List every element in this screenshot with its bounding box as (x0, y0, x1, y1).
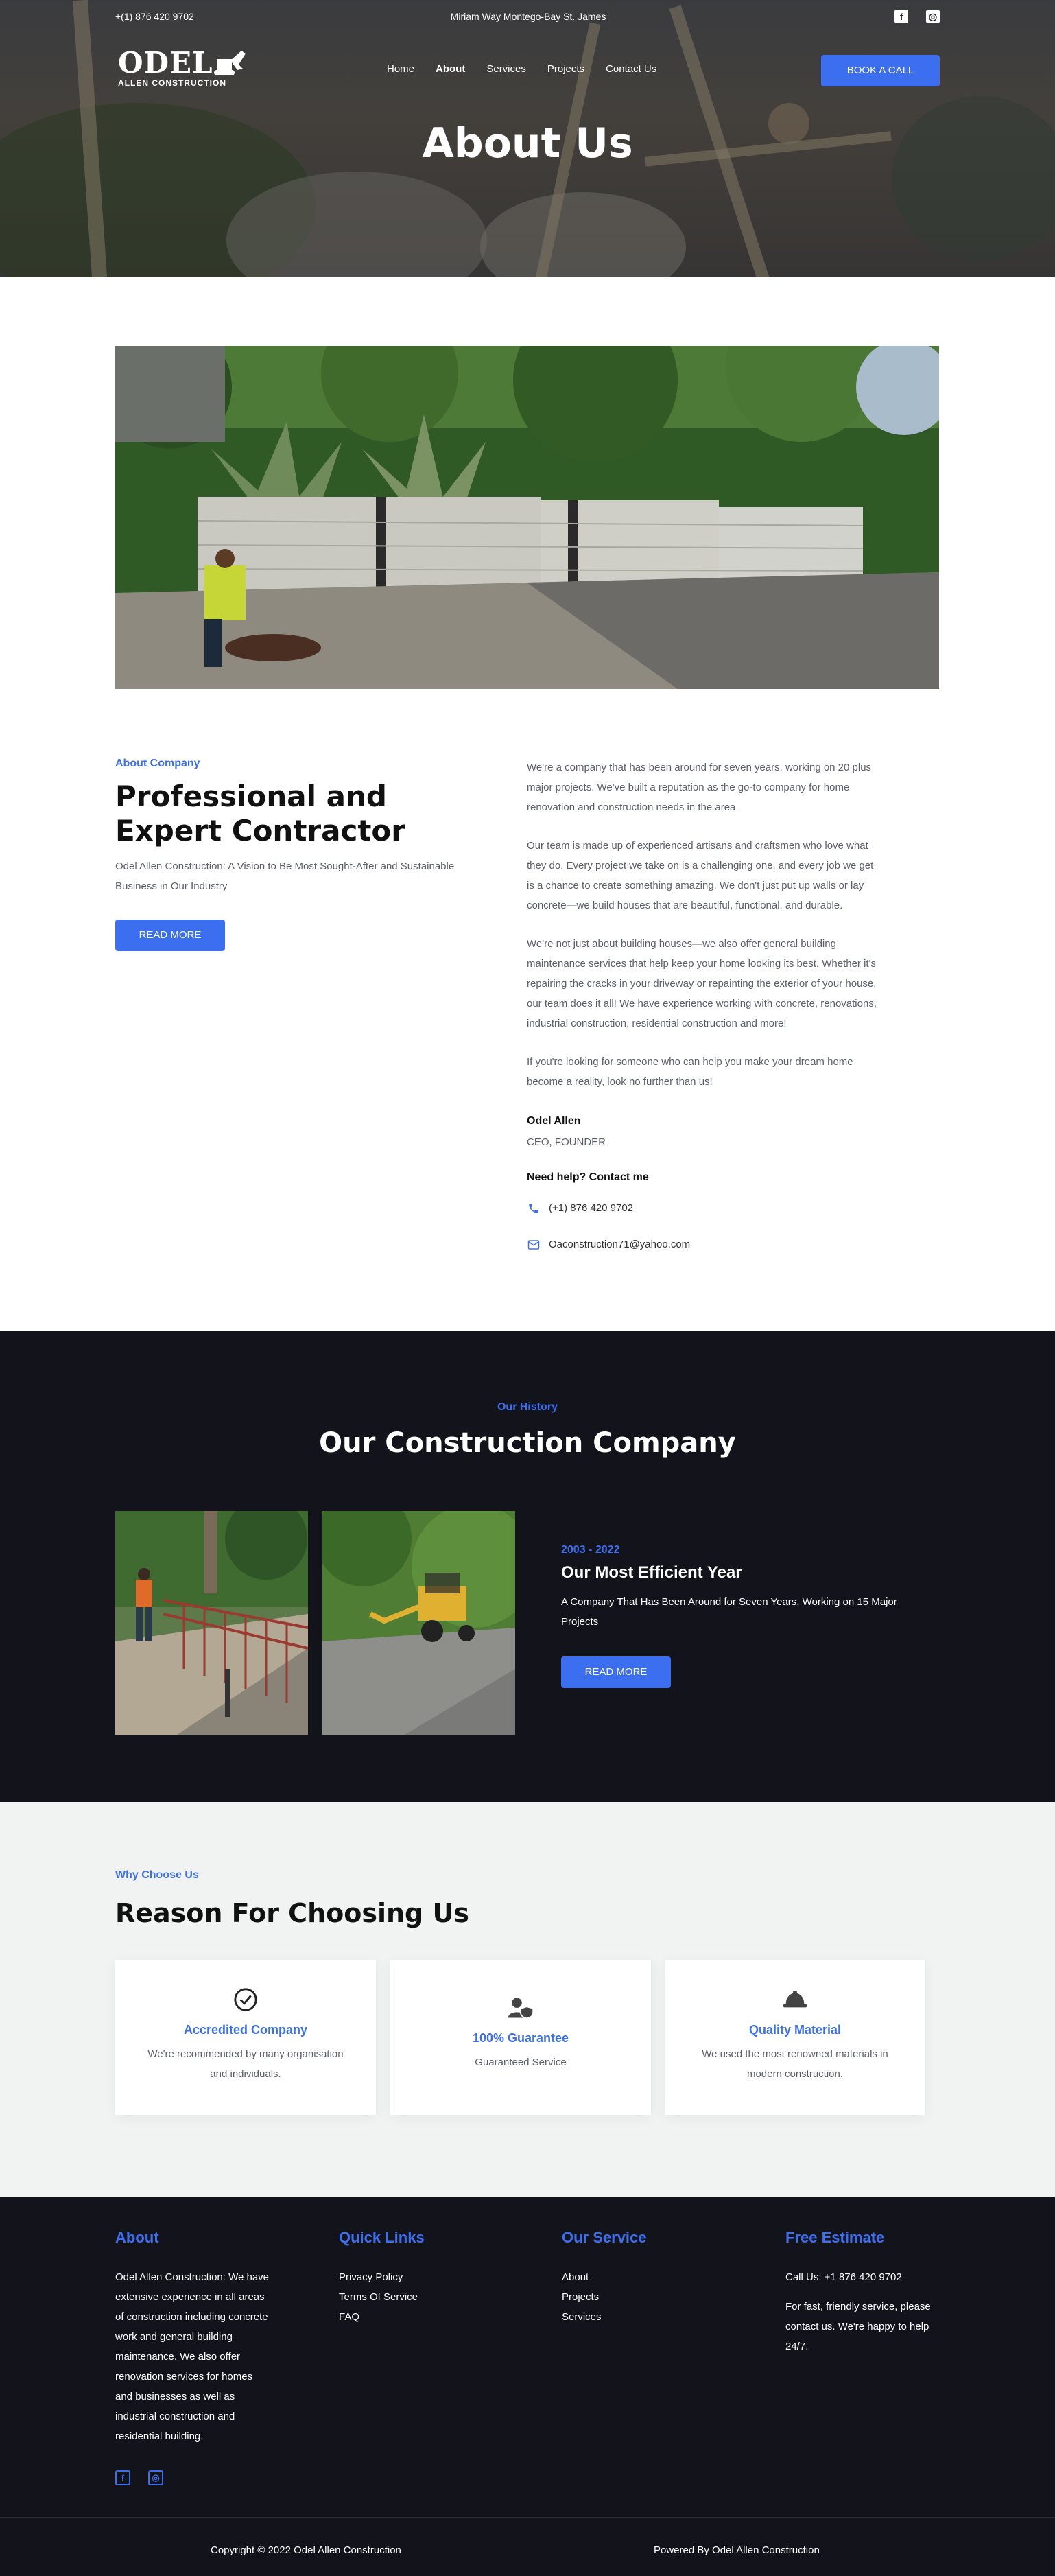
hard-hat-icon (781, 1986, 809, 2013)
contact-phone-text: (+1) 876 420 9702 (549, 1202, 634, 1214)
envelope-icon (527, 1238, 541, 1252)
reason-title: 100% Guarantee (472, 2031, 569, 2045)
logo[interactable]: ODEL ALLEN CONSTRUCTION (118, 46, 246, 88)
user-shield-icon (507, 1994, 534, 2022)
copyright: Copyright © 2022 Odel Allen Construction (211, 2544, 401, 2556)
facebook-icon[interactable]: f (894, 10, 908, 23)
founder-name: Odel Allen (527, 1115, 581, 1127)
railing-photo (115, 1511, 308, 1735)
about-paragraph: If you're looking for someone who can he… (527, 1056, 853, 1088)
history-heading: Our Most Efficient Year (561, 1563, 742, 1582)
nav-projects[interactable]: Projects (547, 63, 584, 75)
page-title: About Us (422, 119, 633, 167)
footer-about-title: About (115, 2229, 159, 2246)
history-years: 2003 - 2022 (561, 1544, 620, 1556)
history-read-more-button[interactable]: READ MORE (561, 1656, 671, 1688)
footer-estimate: Free Estimate Call Us: +1 876 420 9702 F… (785, 2229, 945, 2356)
read-more-button[interactable]: READ MORE (115, 920, 225, 951)
instagram-icon[interactable]: ◎ (926, 10, 940, 23)
history-info: 2003 - 2022 Our Most Efficient Year A Co… (561, 1544, 918, 1688)
footer: About Odel Allen Construction: We have e… (0, 2197, 1055, 2576)
footer-service-title: Our Service (562, 2229, 647, 2246)
book-call-button[interactable]: BOOK A CALL (821, 55, 940, 86)
footer-link-faq[interactable]: FAQ (339, 2307, 425, 2327)
why-title: Reason For Choosing Us (115, 1898, 469, 1928)
footer-call[interactable]: Call Us: +1 876 420 9702 (785, 2267, 945, 2287)
footer-quick-links: Quick Links Privacy Policy Terms Of Serv… (339, 2229, 425, 2327)
topbar-address: Miriam Way Montego-Bay St. James (450, 11, 606, 22)
about-title: Professional and Expert Contractor (115, 780, 405, 847)
about-paragraph: We're a company that has been around for… (527, 762, 872, 813)
reason-card: Accredited Company We're recommended by … (115, 1960, 376, 2115)
why-eyebrow: Why Choose Us (115, 1869, 199, 1881)
footer-estimate-text: For fast, friendly service, please conta… (785, 2301, 931, 2352)
main-nav: Home About Services Projects Contact Us (387, 63, 678, 75)
footer-link-privacy[interactable]: Privacy Policy (339, 2267, 425, 2287)
nav-home[interactable]: Home (387, 63, 414, 75)
contact-email[interactable]: Oaconstruction71@yahoo.com (527, 1234, 884, 1254)
hero-banner: +(1) 876 420 9702 Miriam Way Montego-Bay… (0, 0, 1055, 277)
wall-construction-photo (115, 346, 939, 689)
instagram-icon[interactable]: ◎ (148, 2470, 163, 2485)
about-paragraph: We're not just about building houses—we … (527, 938, 877, 1029)
nav-contact[interactable]: Contact Us (606, 63, 656, 75)
reason-text: We're recommended by many organisation a… (147, 2048, 344, 2080)
top-bar: +(1) 876 420 9702 Miriam Way Montego-Bay… (115, 10, 940, 25)
footer-service-services[interactable]: Services (562, 2307, 647, 2327)
about-eyebrow: About Company (115, 758, 200, 769)
check-circle-icon (232, 1986, 259, 2013)
footer-about-text: Odel Allen Construction: We have extensi… (115, 2271, 270, 2442)
footer-divider (0, 2517, 1055, 2518)
founder-role: CEO, FOUNDER (527, 1136, 606, 1148)
help-heading: Need help? Contact me (527, 1171, 649, 1183)
page: +(1) 876 420 9702 Miriam Way Montego-Bay… (0, 0, 1055, 2576)
excavator-icon (214, 51, 246, 75)
footer-link-terms[interactable]: Terms Of Service (339, 2287, 425, 2307)
history-text: A Company That Has Been Around for Seven… (561, 1596, 897, 1628)
reason-card: Quality Material We used the most renown… (665, 1960, 925, 2115)
reason-title: Accredited Company (183, 2023, 308, 2037)
nav-services[interactable]: Services (486, 63, 526, 75)
contact-email-text: Oaconstruction71@yahoo.com (549, 1239, 691, 1250)
reason-card: 100% Guarantee Guaranteed Service (390, 1960, 651, 2115)
about-details: We're a company that has been around for… (527, 758, 884, 1254)
footer-service-projects[interactable]: Projects (562, 2287, 647, 2307)
footer-estimate-title: Free Estimate (785, 2229, 885, 2246)
reason-title: Quality Material (748, 2023, 842, 2037)
about-intro: About Company Professional and Expert Co… (115, 758, 486, 951)
footer-social: f ◎ (115, 2470, 163, 2485)
about-paragraph: Our team is made up of experienced artis… (527, 840, 874, 911)
footer-about: About Odel Allen Construction: We have e… (115, 2229, 270, 2446)
powered-by: Powered By Odel Allen Construction (654, 2544, 820, 2556)
history-eyebrow: Our History (497, 1401, 558, 1413)
footer-services: Our Service About Projects Services (562, 2229, 647, 2327)
footer-links-title: Quick Links (339, 2229, 425, 2246)
topbar-social: f ◎ (894, 10, 940, 23)
history-section: Our History Our Construction Company 200… (0, 1331, 1055, 1802)
footer-service-about[interactable]: About (562, 2267, 647, 2287)
logo-subtitle: ALLEN CONSTRUCTION (118, 78, 226, 88)
contact-phone[interactable]: (+1) 876 420 9702 (527, 1198, 884, 1218)
history-title: Our Construction Company (319, 1427, 736, 1459)
reason-text: We used the most renowned materials in m… (702, 2048, 888, 2080)
phone-icon (527, 1202, 541, 1215)
facebook-icon[interactable]: f (115, 2470, 130, 2485)
why-section: Why Choose Us Reason For Choosing Us Acc… (0, 1802, 1055, 2197)
logo-name: ODEL (118, 46, 213, 80)
topbar-phone: +(1) 876 420 9702 (115, 11, 194, 22)
backhoe-photo (322, 1511, 515, 1735)
nav-about[interactable]: About (436, 63, 465, 75)
reason-text: Guaranteed Service (475, 2057, 567, 2068)
about-tagline: Odel Allen Construction: A Vision to Be … (115, 860, 455, 892)
